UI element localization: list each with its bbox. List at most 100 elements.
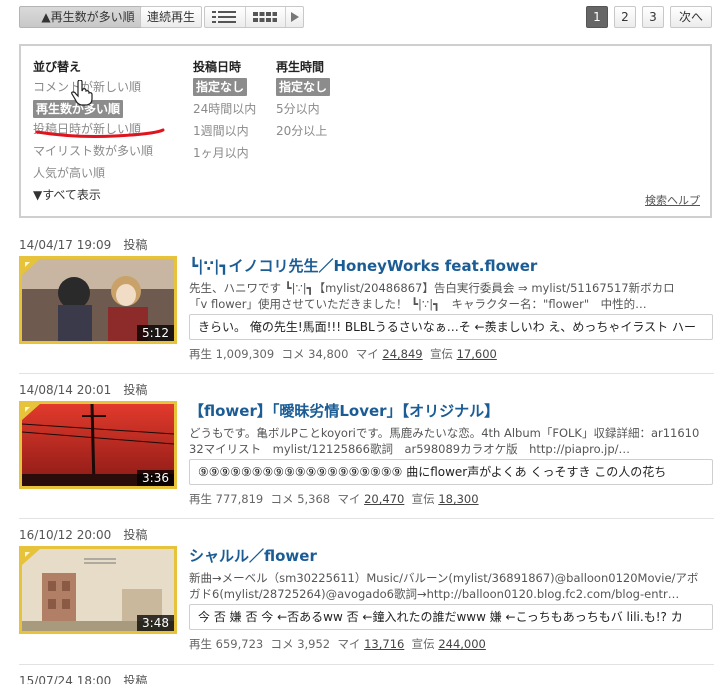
video-item: 16/10/12 20:00 投稿 3:48 シャルル／flower 新曲→メー… (19, 526, 714, 656)
divider (19, 664, 714, 665)
duration-under-5min[interactable]: 5分以内 (276, 98, 330, 120)
divider (19, 518, 714, 519)
view-count: 659,723 (215, 637, 264, 651)
ad-points-link[interactable]: 18,300 (438, 492, 478, 506)
description-line-1: 新曲→メーベル（sm30225611）Music/バルーン(mylist/368… (189, 571, 699, 585)
post-label: 投稿 (123, 383, 148, 397)
sort-option-mylist-most[interactable]: マイリスト数が多い順 (33, 140, 153, 162)
views-label: 再生 (189, 347, 212, 361)
mylist-label: マイ (337, 637, 361, 651)
crown-icon (22, 259, 40, 275)
mylist-count-link[interactable]: 24,849 (382, 347, 422, 361)
description-line-2: 「v flower」使用させていただきました！ ┗|∵|┓ キャラクター名："f… (189, 297, 647, 311)
post-date: 14/04/17 19:09 投稿 (19, 236, 147, 253)
video-title-link[interactable]: シャルル／flower (189, 545, 317, 566)
video-item: 14/08/14 20:01 投稿 3:36 【flower】「曖昧劣情Love… (19, 381, 714, 511)
ads-label: 宣伝 (411, 492, 435, 506)
search-filter-panel: 並び替え コメントが新しい順 再生数が多い順 投稿日時が新しい順 マイリスト数が… (19, 44, 712, 218)
duration-over-20min[interactable]: 20分以上 (276, 120, 330, 142)
video-description: 先生、ハニワです ┗|∵|┓【mylist/20486867】告白実行委員会 ⇒… (189, 280, 714, 312)
ads-label: 宣伝 (411, 637, 435, 651)
ad-points-link[interactable]: 244,000 (438, 637, 486, 651)
sort-option-comment-new[interactable]: コメントが新しい順 (33, 76, 153, 98)
post-date-1week[interactable]: 1週間以内 (193, 120, 256, 142)
sort-option-popular[interactable]: 人気が高い順 (33, 162, 153, 184)
video-item: 14/04/17 19:09 投稿 5:12 ┗|∵|┓イノコリ先生／Honey… (19, 236, 714, 366)
video-description: 新曲→メーベル（sm30225611）Music/バルーン(mylist/368… (189, 570, 714, 602)
post-date-24h[interactable]: 24時間以内 (193, 98, 256, 120)
crown-icon (22, 549, 40, 565)
page-2-button[interactable]: 2 (614, 6, 636, 28)
video-duration: 5:12 (137, 325, 174, 341)
comment-count: 5,368 (297, 492, 331, 506)
video-title-link[interactable]: 【flower】「曖昧劣情Lover」【オリジナル】 (189, 400, 499, 421)
post-date-value: 16/10/12 20:00 (19, 528, 112, 542)
post-label: 投稿 (123, 528, 148, 542)
video-title-link[interactable]: ┗|∵|┓イノコリ先生／HoneyWorks feat.flower (189, 255, 537, 276)
comments-label: コメ (270, 492, 294, 506)
red-underline-annotation (35, 128, 165, 138)
comments-label: コメ (281, 347, 305, 361)
page-1-button[interactable]: 1 (586, 6, 608, 28)
duration-heading: 再生時間 (276, 60, 325, 74)
crown-icon (22, 404, 40, 420)
description-line-2: 32マイリスト mylist/12125866歌詞 ar598089カラオケ版 … (189, 442, 631, 456)
list-view-icon[interactable] (205, 7, 243, 27)
comment-count: 3,952 (297, 637, 331, 651)
mylist-label: マイ (337, 492, 361, 506)
view-count: 1,009,309 (215, 347, 275, 361)
video-stats: 再生 1,009,309 コメ 34,800 マイ 24,849 宣伝 17,6… (189, 346, 497, 362)
continuous-play-button[interactable]: 連続再生 (140, 6, 202, 28)
mylist-count-link[interactable]: 20,470 (364, 492, 404, 506)
next-page-button[interactable]: 次へ (670, 6, 712, 28)
latest-comments: ⑨⑨⑨⑨⑨⑨⑨⑨⑨⑨⑨⑨⑨⑨⑨⑨⑨⑨⑨ 曲にflower声がよくあ くっそすき … (189, 459, 713, 485)
post-date: 14/08/14 20:01 投稿 (19, 381, 147, 398)
post-label: 投稿 (123, 238, 148, 252)
post-date: 16/10/12 20:00 投稿 (19, 526, 147, 543)
hand-cursor-icon (71, 80, 93, 106)
post-date-1month[interactable]: 1ヶ月以内 (193, 142, 256, 164)
post-date-any[interactable]: 指定なし (193, 78, 248, 96)
post-label: 投稿 (123, 674, 148, 684)
view-mode-group (204, 6, 304, 28)
ad-points-link[interactable]: 17,600 (457, 347, 497, 361)
post-date-value: 15/07/24 18:00 (19, 674, 112, 684)
grid-view-icon[interactable] (245, 7, 283, 27)
sort-heading: 並び替え (33, 60, 82, 74)
sort-order-button[interactable]: ▲再生数が多い順 (19, 6, 157, 28)
views-label: 再生 (189, 637, 212, 651)
video-thumbnail[interactable]: 3:36 (19, 401, 177, 489)
video-duration: 3:48 (137, 615, 174, 631)
video-item: 15/07/24 18:00 投稿 (19, 672, 714, 684)
play-icon[interactable] (285, 7, 303, 27)
post-date-value: 14/04/17 19:09 (19, 238, 112, 252)
video-stats: 再生 777,819 コメ 5,368 マイ 20,470 宣伝 18,300 (189, 491, 479, 507)
description-line-1: どうもです。亀ボルPことkoyoriです。馬鹿みたいな恋。4th Album「F… (189, 426, 700, 440)
video-thumbnail[interactable]: 3:48 (19, 546, 177, 634)
mylist-count-link[interactable]: 13,716 (364, 637, 404, 651)
post-date-column: 投稿日時 指定なし 24時間以内 1週間以内 1ヶ月以内 (193, 58, 256, 164)
comment-count: 34,800 (308, 347, 349, 361)
duration-any[interactable]: 指定なし (276, 78, 331, 96)
duration-column: 再生時間 指定なし 5分以内 20分以上 (276, 58, 331, 142)
comments-label: コメ (270, 637, 294, 651)
page-3-button[interactable]: 3 (642, 6, 664, 28)
post-date: 15/07/24 18:00 投稿 (19, 672, 147, 684)
post-date-heading: 投稿日時 (193, 60, 242, 74)
view-count: 777,819 (215, 492, 264, 506)
views-label: 再生 (189, 492, 212, 506)
video-stats: 再生 659,723 コメ 3,952 マイ 13,716 宣伝 244,000 (189, 636, 486, 652)
show-all-toggle[interactable]: ▼すべて表示 (33, 184, 153, 206)
latest-comments: 今 否 嫌 否 今 ←否あるww 否 ←鐘入れたの誰だwww 嫌 ←こっちもあっ… (189, 604, 713, 630)
ads-label: 宣伝 (429, 347, 453, 361)
post-date-value: 14/08/14 20:01 (19, 383, 112, 397)
search-help-link[interactable]: 検索ヘルプ (645, 192, 700, 208)
video-thumbnail[interactable]: 5:12 (19, 256, 177, 344)
description-line-1: 先生、ハニワです ┗|∵|┓【mylist/20486867】告白実行委員会 ⇒… (189, 281, 675, 295)
latest-comments: きらい。 俺の先生!馬面!!! BLBLうるさいなぁ…そ ←羨ましいわ え、めっ… (189, 314, 713, 340)
video-description: どうもです。亀ボルPことkoyoriです。馬鹿みたいな恋。4th Album「F… (189, 425, 714, 457)
description-line-2: ガド6(mylist/28725264)@avogado6歌詞→http://b… (189, 587, 680, 601)
divider (19, 373, 714, 374)
toolbar: ▲再生数が多い順 連続再生 1 2 3 次へ (0, 0, 720, 34)
video-duration: 3:36 (137, 470, 174, 486)
